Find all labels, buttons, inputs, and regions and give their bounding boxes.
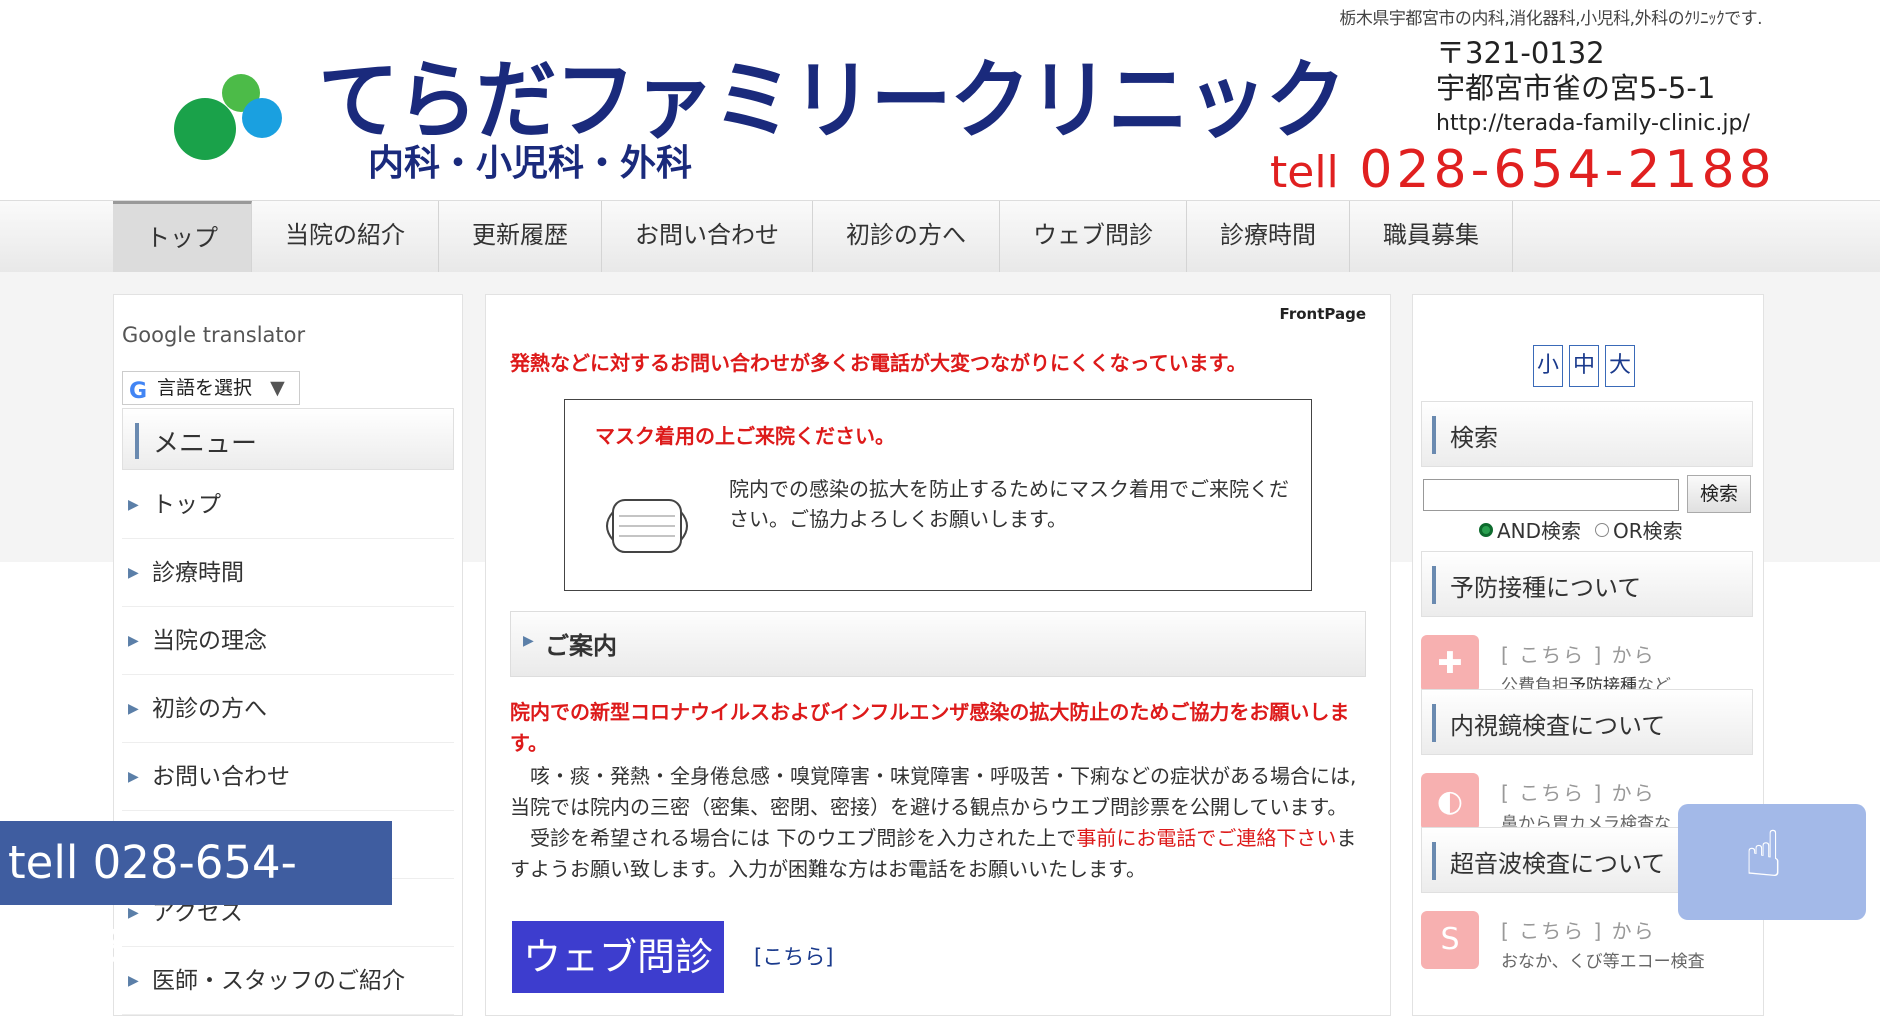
postal-code: 〒321-0132 [1436, 36, 1605, 70]
clinic-url: http://terada-family-clinic.jp/ [1436, 111, 1750, 136]
and-search-radio[interactable]: AND検索 [1479, 515, 1581, 544]
sidebar-menu-item[interactable]: 診療時間 [122, 539, 454, 607]
sidebar-menu-item[interactable]: 初診の方へ [122, 675, 454, 743]
menu-heading: メニュー [122, 408, 454, 470]
section-promo-link[interactable]: S [ こちら ] からおなか、くび等エコー検査 [1421, 911, 1761, 975]
promo-link-text[interactable]: [ こちら ] から [1501, 639, 1656, 668]
mask-notice-text: 院内での感染の拡大を防止するためにマスク着用でご来院ください。ご協力よろしくお願… [729, 477, 1289, 531]
notice-paragraph-1: 咳・痰・発熱・全身倦怠感・嗅覚障害・味覚障害・呼吸苦・下痢などの症状がある場合に… [510, 764, 1357, 819]
pointing-hand-icon[interactable]: ☝ [1678, 804, 1866, 920]
header-phone[interactable]: tell 028-654-2188 [1270, 140, 1776, 200]
google-translator-label: Google translator [122, 323, 306, 347]
phone-prefix: tell [1270, 147, 1339, 198]
clinic-address-block: 〒321-0132 宇都宮市雀の宮5-5-1 http://terada-fam… [1436, 36, 1750, 141]
main-content: FrontPage 発熱などに対するお問い合わせが多くお電話が大変つながりにくく… [485, 294, 1391, 1016]
promo-link-text[interactable]: [ こちら ] から [1501, 915, 1656, 944]
mask-notice-box: マスク着用の上ご来院ください。 院内での感染の拡大を防止するためにマスク着用でご… [564, 399, 1312, 591]
page-name: FrontPage [1279, 305, 1366, 323]
section-heading-label: 予防接種について [1450, 574, 1642, 602]
guide-heading: ▶ ご案内 [510, 611, 1366, 677]
nav-item-3[interactable]: お問い合わせ [602, 201, 813, 273]
covid-notice-body: 咳・痰・発熱・全身倦怠感・嗅覚障害・味覚障害・呼吸苦・下痢などの症状がある場合に… [510, 761, 1370, 885]
font-size-large-button[interactable]: 大 [1605, 345, 1635, 387]
search-input[interactable] [1423, 479, 1679, 511]
sidebar-menu: トップ診療時間当院の理念初診の方へお問い合わせアクセス医師・スタッフのご紹介 [122, 471, 454, 1015]
left-sidebar: Google translator G 言語を選択 ▼ メニュー トップ診療時間… [113, 294, 463, 1016]
menu-heading-label: メニュー [153, 429, 258, 459]
promo-link-text[interactable]: [ こちら ] から [1501, 777, 1656, 806]
section-heading-label: 内視鏡検査について [1450, 712, 1666, 740]
sidebar-menu-item[interactable]: 医師・スタッフのご紹介 [122, 947, 454, 1015]
section-heading-label: 超音波検査について [1450, 850, 1666, 878]
nav-item-1[interactable]: 当院の紹介 [252, 201, 439, 273]
chevron-down-icon: ▼ [270, 377, 285, 399]
promo-description: おなか、くび等エコー検査 [1501, 952, 1705, 972]
covid-notice-heading: 院内での新型コロナウイルスおよびインフルエンザ感染の拡大防止のためご協力をお願い… [510, 700, 1350, 755]
google-icon: G [129, 379, 148, 404]
search-heading-label: 検索 [1450, 424, 1498, 452]
phone-number: 028-654-2188 [1359, 140, 1776, 200]
section-heading: 予防接種について [1421, 551, 1753, 617]
search-heading: 検索 [1421, 401, 1753, 467]
phone-alert-text: 発熱などに対するお問い合わせが多くお電話が大変つながりにくくなっています。 [510, 351, 1247, 375]
main-navigation: トップ 当院の紹介 更新履歴 お問い合わせ 初診の方へ ウェブ問診 診療時間 職員募集 [0, 200, 1880, 274]
sidebar-menu-item[interactable]: お問い合わせ [122, 743, 454, 811]
or-search-radio[interactable]: OR検索 [1595, 515, 1683, 544]
nav-item-4[interactable]: 初診の方へ [813, 201, 1000, 273]
notice-paragraph-2a: 受診を希望される場合には 下のウエブ問診を入力された上で [510, 826, 1077, 850]
sidebar-menu-item[interactable]: 当院の理念 [122, 607, 454, 675]
font-size-small-button[interactable]: 小 [1533, 345, 1563, 387]
mask-notice-title: マスク着用の上ご来院ください。 [595, 424, 895, 448]
nav-item-7[interactable]: 職員募集 [1350, 201, 1513, 273]
syringe-icon: ✚ [1421, 635, 1479, 693]
floating-phone-button[interactable]: tell 028-654-2188 [0, 821, 392, 973]
font-size-medium-button[interactable]: 中 [1569, 345, 1599, 387]
site-header: 栃木県宇都宮市の内科,消化器科,小児科,外科のｸﾘﾆｯｸです. てらだファミリー… [0, 0, 1880, 200]
search-button[interactable]: 検索 [1687, 475, 1751, 513]
notice-paragraph-2-red: 事前にお電話でご連絡下さい [1076, 826, 1337, 850]
ultrasound-icon: S [1421, 911, 1479, 969]
clinic-departments: 内科・小児科・外科 [368, 143, 693, 184]
section-heading: 内視鏡検査について [1421, 689, 1753, 755]
nav-item-6[interactable]: 診療時間 [1187, 201, 1350, 273]
language-select[interactable]: G 言語を選択 ▼ [122, 371, 300, 405]
nav-item-5[interactable]: ウェブ問診 [1000, 201, 1187, 273]
web-questionnaire-button[interactable]: ウェブ問診 [512, 921, 724, 993]
search-mode-radios: AND検索 OR検索 [1479, 515, 1683, 544]
guide-heading-label: ご案内 [545, 632, 617, 660]
clinic-logo-icon[interactable] [170, 70, 290, 170]
street-address: 宇都宮市雀の宮5-5-1 [1436, 71, 1716, 105]
endoscope-icon: ◐ [1421, 773, 1479, 831]
site-tagline: 栃木県宇都宮市の内科,消化器科,小児科,外科のｸﾘﾆｯｸです. [1339, 9, 1762, 29]
triangle-right-icon: ▶ [523, 633, 534, 649]
font-size-controls: 小 中 大 [1533, 345, 1635, 387]
language-select-label: 言語を選択 [157, 377, 253, 399]
web-questionnaire-link[interactable]: [こちら] [754, 941, 833, 971]
face-mask-icon [606, 499, 688, 553]
sidebar-menu-item[interactable]: トップ [122, 471, 454, 539]
nav-item-2[interactable]: 更新履歴 [439, 201, 602, 273]
nav-item-0[interactable]: トップ [113, 201, 252, 273]
